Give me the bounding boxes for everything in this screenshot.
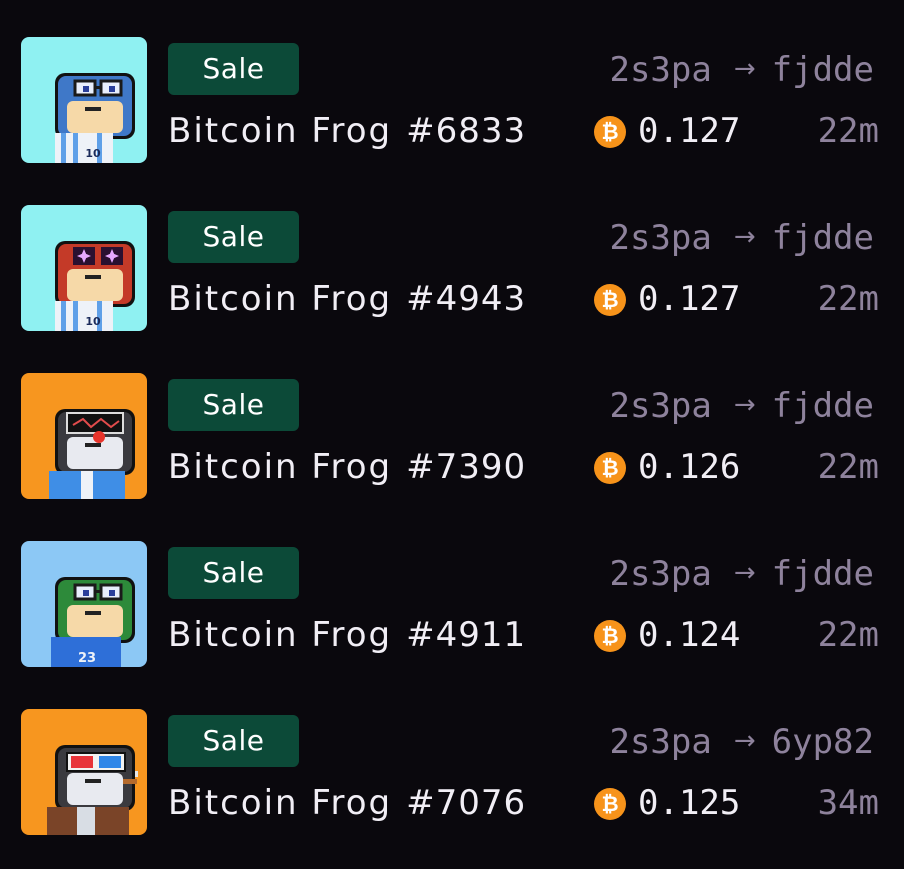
transfer-addresses: 2s3pa → fjdde <box>609 551 874 595</box>
activity-row[interactable]: 23 Sale 2s3pa → fjdde Bitcoin Frog #4911 ₿ … <box>0 541 904 681</box>
bitcoin-icon: ₿ <box>594 116 626 148</box>
from-address[interactable]: 2s3pa <box>609 554 711 594</box>
arrow-right-icon: → <box>733 54 756 84</box>
collection-name: Bitcoin Frog <box>168 279 393 319</box>
nft-name[interactable]: Bitcoin Frog #7390 <box>168 445 526 489</box>
sale-price: 0.126 <box>638 447 741 487</box>
sale-price: 0.125 <box>638 783 741 823</box>
time-ago: 22m <box>817 615 879 655</box>
svg-text:23: 23 <box>78 651 96 666</box>
nft-number: #6833 <box>406 111 527 151</box>
from-address[interactable]: 2s3pa <box>609 218 711 258</box>
time-ago: 22m <box>817 111 879 151</box>
arrow-right-icon: → <box>733 222 756 252</box>
activity-row[interactable]: 10 Sale 2s3pa → fjdde Bitcoin Frog #4943 ₿ … <box>0 205 904 345</box>
nft-number: #4911 <box>406 615 527 655</box>
nft-thumbnail[interactable] <box>21 709 147 835</box>
sale-badge: Sale <box>168 43 299 95</box>
sale-price: 0.124 <box>638 615 741 655</box>
arrow-right-icon: → <box>733 390 756 420</box>
nft-thumbnail[interactable]: 10 <box>21 205 147 331</box>
activity-list: 10 Sale 2s3pa → fjdde Bitcoin Frog #6833 ₿ … <box>0 0 904 869</box>
transfer-addresses: 2s3pa → fjdde <box>609 215 874 259</box>
sale-price: 0.127 <box>638 279 741 319</box>
bitcoin-icon: ₿ <box>594 284 626 316</box>
collection-name: Bitcoin Frog <box>168 615 393 655</box>
transfer-addresses: 2s3pa → 6yp82 <box>609 719 874 763</box>
time-ago: 22m <box>817 279 879 319</box>
nft-thumbnail[interactable]: 10 <box>21 37 147 163</box>
collection-name: Bitcoin Frog <box>168 447 393 487</box>
sale-badge: Sale <box>168 211 299 263</box>
sale-badge: Sale <box>168 547 299 599</box>
transfer-addresses: 2s3pa → fjdde <box>609 383 874 427</box>
sale-price: 0.127 <box>638 111 741 151</box>
nft-thumbnail[interactable] <box>21 373 147 499</box>
activity-row[interactable]: Sale 2s3pa → 6yp82 Bitcoin Frog #7076 ₿ 0.1… <box>0 709 904 849</box>
to-address[interactable]: fjdde <box>772 386 874 426</box>
to-address[interactable]: fjdde <box>772 50 874 90</box>
nft-name[interactable]: Bitcoin Frog #4943 <box>168 277 526 321</box>
to-address[interactable]: fjdde <box>772 218 874 258</box>
collection-name: Bitcoin Frog <box>168 783 393 823</box>
collection-name: Bitcoin Frog <box>168 111 393 151</box>
svg-text:10: 10 <box>85 147 101 160</box>
nft-name[interactable]: Bitcoin Frog #4911 <box>168 613 526 657</box>
svg-text:10: 10 <box>85 315 101 328</box>
transfer-addresses: 2s3pa → fjdde <box>609 47 874 91</box>
sale-badge: Sale <box>168 379 299 431</box>
time-ago: 34m <box>817 783 879 823</box>
nft-number: #7390 <box>406 447 527 487</box>
nft-name[interactable]: Bitcoin Frog #6833 <box>168 109 526 153</box>
from-address[interactable]: 2s3pa <box>609 722 711 762</box>
from-address[interactable]: 2s3pa <box>609 50 711 90</box>
nft-name[interactable]: Bitcoin Frog #7076 <box>168 781 526 825</box>
bitcoin-icon: ₿ <box>594 620 626 652</box>
to-address[interactable]: 6yp82 <box>772 722 874 762</box>
to-address[interactable]: fjdde <box>772 554 874 594</box>
sale-badge: Sale <box>168 715 299 767</box>
bitcoin-icon: ₿ <box>594 452 626 484</box>
activity-row[interactable]: 10 Sale 2s3pa → fjdde Bitcoin Frog #6833 ₿ … <box>0 37 904 177</box>
activity-row[interactable]: Sale 2s3pa → fjdde Bitcoin Frog #7390 ₿ 0.1… <box>0 373 904 513</box>
bitcoin-icon: ₿ <box>594 788 626 820</box>
arrow-right-icon: → <box>733 558 756 588</box>
nft-number: #7076 <box>406 783 527 823</box>
time-ago: 22m <box>817 447 879 487</box>
nft-number: #4943 <box>406 279 527 319</box>
nft-thumbnail[interactable]: 23 <box>21 541 147 667</box>
arrow-right-icon: → <box>733 726 756 756</box>
from-address[interactable]: 2s3pa <box>609 386 711 426</box>
